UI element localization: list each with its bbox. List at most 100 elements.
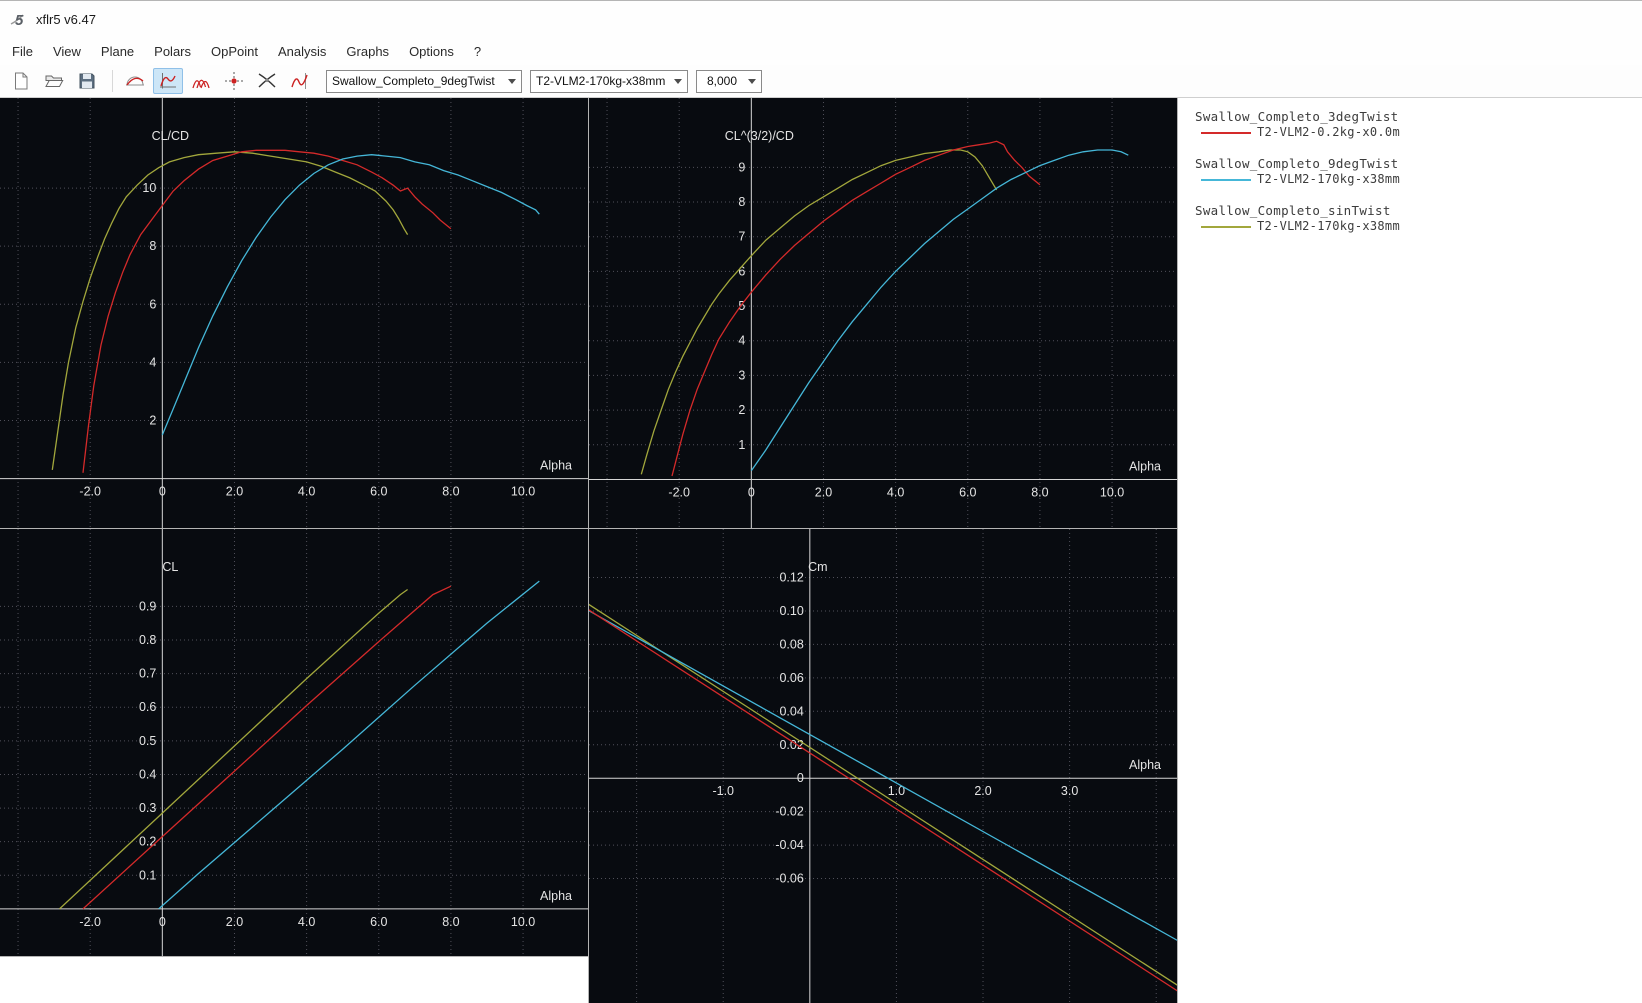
toolbar-separator [112,70,113,92]
svg-text:8.0: 8.0 [442,485,459,499]
menu-item-plane[interactable]: Plane [91,40,144,63]
svg-text:2: 2 [738,403,745,417]
svg-text:10.0: 10.0 [1100,485,1124,499]
legend-panel: Swallow_Completo_3degTwist T2-VLM2-0.2kg… [1178,98,1642,1003]
cp-curve-icon [289,70,311,92]
chevron-down-icon [748,79,756,84]
svg-text:0.3: 0.3 [139,801,156,815]
open-folder-icon [44,71,64,91]
opp-point-view-button[interactable] [219,68,249,94]
opp-curve-icon [157,70,179,92]
svg-text:Alpha: Alpha [540,889,572,903]
plane-select-dropdown[interactable]: Swallow_Completo_9degTwist [326,70,522,93]
svg-text:4: 4 [738,334,745,348]
menu-item-options[interactable]: Options [399,40,464,63]
svg-text:2.0: 2.0 [974,784,991,798]
chevron-down-icon [674,79,682,84]
legend-entry: Swallow_Completo_3degTwist T2-VLM2-0.2kg… [1178,108,1642,140]
legend-polar-name: T2-VLM2-0.2kg-x0.0m [1257,125,1400,140]
svg-text:0.02: 0.02 [779,738,803,752]
crosshair-point-icon [223,70,245,92]
airfoil-icon [124,70,146,92]
legend-polar-name: T2-VLM2-170kg-x38mm [1257,219,1400,234]
svg-text:8.0: 8.0 [1031,485,1048,499]
legend-plane-name: Swallow_Completo_3degTwist [1178,108,1642,125]
svg-text:8: 8 [149,239,156,253]
svg-text:-0.02: -0.02 [775,805,804,819]
svg-text:1: 1 [738,438,745,452]
title-bar: 5 xflr5 v6.47 [0,1,1642,37]
menu-item-file[interactable]: File [2,40,43,63]
new-file-icon [11,71,31,91]
legend-line-sample [1201,226,1251,228]
svg-text:-1.0: -1.0 [712,784,734,798]
save-button[interactable] [72,68,102,94]
svg-text:10.0: 10.0 [511,485,535,499]
svg-text:2.0: 2.0 [226,915,243,929]
svg-text:6: 6 [149,297,156,311]
open-file-button[interactable] [39,68,69,94]
svg-text:3: 3 [738,368,745,382]
svg-text:0: 0 [797,771,804,785]
cl32cd-vs-alpha-chart[interactable]: -2.002.04.06.08.010.0123456789CL^(3/2)/C… [589,98,1177,528]
airfoil-view-button[interactable] [120,68,150,94]
svg-text:2.0: 2.0 [815,485,832,499]
svg-text:6.0: 6.0 [959,485,976,499]
svg-text:9: 9 [738,160,745,174]
svg-text:0.6: 0.6 [139,700,156,714]
window-title: xflr5 v6.47 [36,12,96,27]
svg-text:0.5: 0.5 [139,734,156,748]
menu-item-analysis[interactable]: Analysis [268,40,336,63]
polar-curves-icon [190,70,212,92]
save-floppy-icon [77,71,97,91]
cp-view-button[interactable] [285,68,315,94]
toolbar: Swallow_Completo_9degTwist T2-VLM2-170kg… [0,65,1642,98]
menu-item-help[interactable]: ? [464,40,491,63]
svg-text:2: 2 [149,414,156,428]
app-logo-icon: 5 [9,9,29,29]
svg-text:3.0: 3.0 [1061,784,1078,798]
legend-polar-name: T2-VLM2-170kg-x38mm [1257,172,1400,187]
svg-text:0: 0 [748,485,755,499]
new-project-button[interactable] [6,68,36,94]
svg-text:Cm: Cm [808,560,827,574]
main-area: -2.002.04.06.08.010.0246810CL/CDAlpha -2… [0,98,1642,1003]
svg-text:0: 0 [159,485,166,499]
svg-text:CL^(3/2)/CD: CL^(3/2)/CD [725,129,794,143]
app-window: 5 xflr5 v6.47 File View Plane Polars OpP… [0,0,1642,1003]
polar-view-button[interactable] [186,68,216,94]
legend-plane-name: Swallow_Completo_sinTwist [1178,202,1642,219]
empty-area [0,957,588,1003]
svg-text:10: 10 [142,181,156,195]
svg-text:8.0: 8.0 [442,915,459,929]
menu-bar: File View Plane Polars OpPoint Analysis … [0,37,1642,65]
svg-text:0.04: 0.04 [779,704,803,718]
svg-text:-2.0: -2.0 [79,915,101,929]
charts-area: -2.002.04.06.08.010.0246810CL/CDAlpha -2… [0,98,1178,1003]
cl-vs-alpha-chart[interactable]: -2.002.04.06.08.010.00.10.20.30.40.50.60… [0,529,588,956]
svg-text:2.0: 2.0 [226,485,243,499]
menu-item-view[interactable]: View [43,40,91,63]
oppoint-view-button[interactable] [153,68,183,94]
svg-text:0.1: 0.1 [139,868,156,882]
polar-select-dropdown[interactable]: T2-VLM2-170kg-x38mm [530,70,688,93]
menu-item-oppoint[interactable]: OpPoint [201,40,268,63]
svg-text:4.0: 4.0 [298,915,315,929]
menu-item-graphs[interactable]: Graphs [336,40,399,63]
menu-item-polars[interactable]: Polars [144,40,201,63]
operating-point-dropdown[interactable]: 8,000 [696,70,762,93]
stability-view-button[interactable] [252,68,282,94]
svg-text:7: 7 [738,230,745,244]
svg-text:4.0: 4.0 [298,485,315,499]
cm-vs-alpha-chart[interactable]: -1.01.02.03.0-0.06-0.04-0.0200.020.040.0… [589,529,1177,1003]
legend-entry: Swallow_Completo_9degTwist T2-VLM2-170kg… [1178,155,1642,187]
svg-text:0.2: 0.2 [139,835,156,849]
svg-text:-2.0: -2.0 [79,485,101,499]
chevron-down-icon [508,79,516,84]
svg-text:8: 8 [738,195,745,209]
svg-text:Alpha: Alpha [1129,758,1161,772]
crossed-curves-icon [256,70,278,92]
svg-text:Alpha: Alpha [540,459,572,473]
clcd-vs-alpha-chart[interactable]: -2.002.04.06.08.010.0246810CL/CDAlpha [0,98,588,528]
operating-point-value: 8,000 [702,74,742,88]
